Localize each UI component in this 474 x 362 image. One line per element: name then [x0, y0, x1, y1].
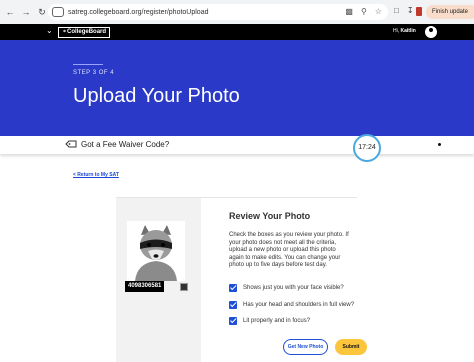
check-lit-focus[interactable]: Lit properly and in focus? — [229, 316, 310, 325]
zoom-icon[interactable]: ⚲ — [361, 7, 367, 16]
translate-icon[interactable]: ▩ — [345, 7, 353, 16]
step-indicator: STEP 3 OF 4 — [73, 70, 115, 76]
user-name: Kaitlin — [400, 28, 416, 34]
page-title: Upload Your Photo — [73, 85, 240, 107]
page-banner: STEP 3 OF 4 Upload Your Photo — [0, 40, 474, 136]
user-avatar-icon[interactable] — [425, 26, 437, 38]
return-to-my-sat-link[interactable]: < Return to My SAT — [73, 172, 119, 178]
review-instructions: Check the boxes as you review your photo… — [229, 232, 349, 268]
submit-button[interactable]: Submit — [335, 339, 367, 355]
user-greeting: Hi, Kaitlin — [393, 28, 416, 34]
photo-id-label: 4098306581 — [125, 281, 165, 292]
checkbox-checked-icon[interactable] — [229, 283, 237, 292]
checkbox-checked-icon[interactable] — [229, 316, 237, 325]
check-face-visible[interactable]: Shows just you with your face visible? — [229, 283, 344, 292]
banner-divider — [73, 64, 103, 65]
extensions-icon[interactable]: □ — [394, 6, 399, 15]
bookmark-star-icon[interactable]: ☆ — [375, 7, 382, 16]
collegeboard-logo[interactable]: ⚬CollegeBoard — [58, 27, 111, 38]
finish-update-button[interactable]: Finish update — [426, 5, 474, 19]
fee-waiver-bar[interactable]: Got a Fee Waiver Code? — [0, 136, 474, 154]
session-timer: 17:24 — [353, 134, 381, 162]
forward-icon[interactable]: → — [20, 6, 32, 18]
address-bar[interactable]: satreg.collegeboard.org/register/photoUp… — [48, 4, 388, 20]
check-head-shoulders[interactable]: Has your head and shoulders in full view… — [229, 300, 354, 309]
logo-text: CollegeBoard — [67, 29, 107, 35]
greeting-prefix: Hi, — [393, 28, 401, 34]
browser-toolbar: ← → ↻ satreg.collegeboard.org/register/p… — [0, 0, 474, 24]
check-label[interactable]: Has your head and shoulders in full view… — [243, 302, 354, 308]
check-label[interactable]: Lit properly and in focus? — [243, 318, 310, 324]
dot-icon — [438, 143, 441, 146]
site-settings-icon[interactable] — [52, 7, 64, 17]
fee-waiver-label[interactable]: Got a Fee Waiver Code? — [81, 140, 169, 149]
tag-icon — [65, 140, 77, 148]
back-icon[interactable]: ← — [4, 6, 16, 18]
site-header: ⌄ ⚬CollegeBoard Hi, Kaitlin — [0, 24, 474, 40]
reload-icon[interactable]: ↻ — [36, 6, 48, 18]
url-text[interactable]: satreg.collegeboard.org/register/photoUp… — [68, 9, 208, 16]
chevron-down-icon[interactable]: ⌄ — [46, 26, 53, 35]
download-icon[interactable]: ↧ — [407, 6, 414, 15]
check-label[interactable]: Shows just you with your face visible? — [243, 285, 344, 291]
get-new-photo-button[interactable]: Get New Photo — [283, 339, 328, 355]
photo-toggle-icon[interactable] — [180, 283, 188, 291]
checkbox-checked-icon[interactable] — [229, 300, 237, 309]
profile-icon[interactable] — [414, 6, 424, 17]
review-title: Review Your Photo — [229, 211, 311, 221]
raccoon-photo — [127, 221, 185, 281]
